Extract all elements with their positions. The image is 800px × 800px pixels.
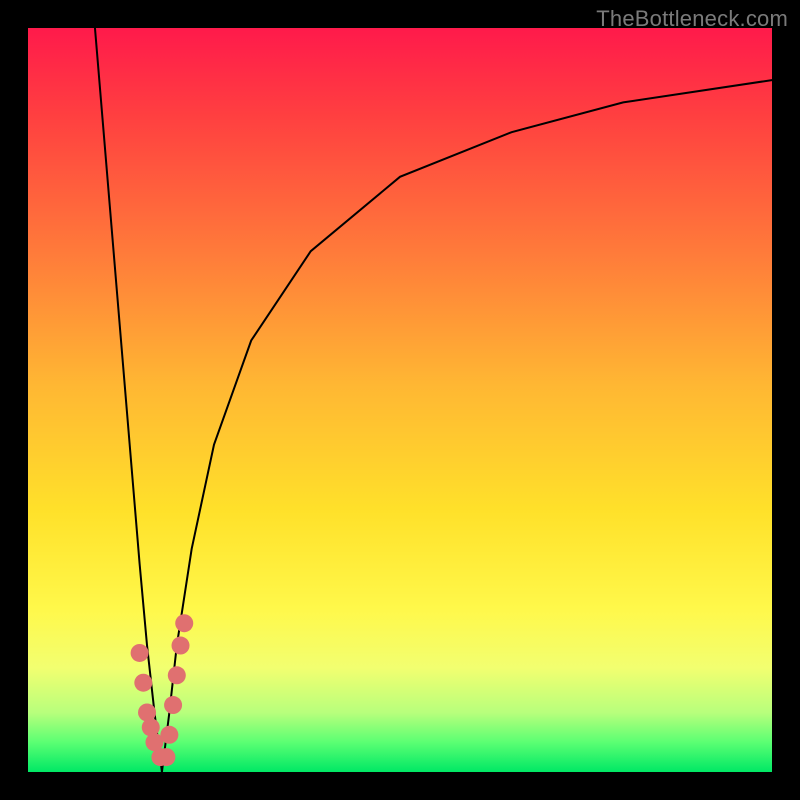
data-marker bbox=[168, 666, 186, 684]
plot-area bbox=[28, 28, 772, 772]
chart-frame: TheBottleneck.com bbox=[0, 0, 800, 800]
marker-group bbox=[131, 614, 194, 766]
data-marker bbox=[175, 614, 193, 632]
data-marker bbox=[172, 637, 190, 655]
data-marker bbox=[160, 726, 178, 744]
curve-svg bbox=[28, 28, 772, 772]
data-marker bbox=[131, 644, 149, 662]
data-marker bbox=[134, 674, 152, 692]
data-marker bbox=[164, 696, 182, 714]
bottleneck-curve-path bbox=[95, 28, 772, 772]
data-marker bbox=[157, 748, 175, 766]
bottleneck-curve bbox=[95, 28, 772, 772]
